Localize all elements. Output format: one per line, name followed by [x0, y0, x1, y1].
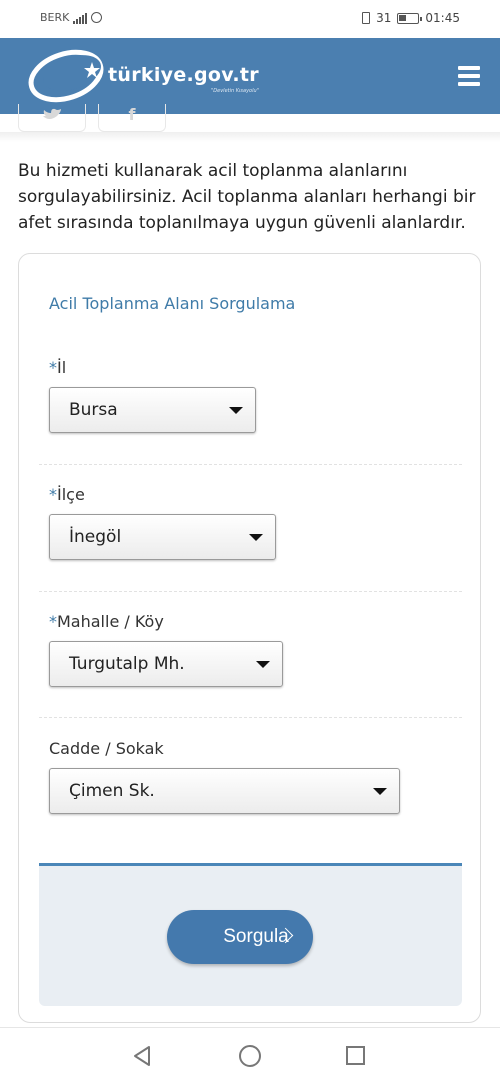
twitter-share-button[interactable]: [18, 104, 86, 132]
vibrate-icon: [362, 12, 371, 24]
status-bar: BERK 31 01:45: [0, 0, 500, 38]
facebook-icon: f: [128, 105, 136, 124]
divider: [39, 591, 462, 592]
recent-apps-icon[interactable]: [346, 1046, 365, 1065]
divider: [39, 464, 462, 465]
ilce-select[interactable]: İnegöl: [49, 514, 276, 560]
home-icon[interactable]: [239, 1045, 261, 1067]
sync-icon: [91, 12, 103, 23]
site-logo[interactable]: türkiye.gov.tr "Devletin Kısayolu": [26, 48, 286, 104]
brand-tagline: "Devletin Kısayolu": [211, 88, 259, 94]
intro-text: Bu hizmeti kullanarak acil toplanma alan…: [18, 161, 476, 233]
site-header: türkiye.gov.tr "Devletin Kısayolu": [0, 38, 500, 114]
mahalle-select[interactable]: Turgutalp Mh.: [49, 641, 283, 687]
field-label-mahalle: *Mahalle / Köy: [49, 612, 164, 631]
carrier-name: BERK: [40, 11, 70, 24]
system-nav-bar: [0, 1027, 500, 1083]
il-select-value: Bursa: [69, 400, 118, 420]
sorgula-button[interactable]: Sorgula: [167, 910, 313, 964]
mahalle-select-value: Turgutalp Mh.: [69, 654, 185, 674]
field-label-il: *İl: [49, 358, 67, 377]
form-title: Acil Toplanma Alanı Sorgulama: [49, 294, 296, 313]
signal-icon: [73, 12, 88, 24]
form-actions: Sorgula: [39, 863, 462, 1006]
clock: 01:45: [425, 11, 460, 25]
chevron-down-icon: [256, 661, 270, 668]
field-label-ilce: *İlçe: [49, 485, 85, 504]
crescent-star-logo-icon: [28, 49, 104, 103]
required-mark: *: [49, 358, 57, 377]
required-mark: *: [49, 612, 57, 631]
divider: [39, 717, 462, 718]
brand-name: türkiye.gov.tr: [108, 64, 259, 86]
chevron-down-icon: [249, 534, 263, 541]
required-mark: *: [49, 485, 57, 504]
twitter-icon: [43, 108, 61, 119]
hamburger-menu-icon[interactable]: [458, 66, 480, 86]
facebook-share-button[interactable]: f: [98, 104, 166, 132]
back-icon[interactable]: [131, 1045, 153, 1067]
cadde-select[interactable]: Çimen Sk.: [49, 768, 400, 814]
battery-icon: [397, 12, 423, 24]
field-label-cadde: Cadde / Sokak: [49, 739, 164, 758]
chevron-down-icon: [373, 788, 387, 795]
chevron-down-icon: [229, 407, 243, 414]
query-form-card: Acil Toplanma Alanı Sorgulama *İl Bursa …: [18, 253, 481, 1023]
cadde-select-value: Çimen Sk.: [69, 781, 155, 801]
battery-level: 31: [376, 11, 392, 25]
il-select[interactable]: Bursa: [49, 387, 256, 433]
ilce-select-value: İnegöl: [69, 527, 122, 547]
